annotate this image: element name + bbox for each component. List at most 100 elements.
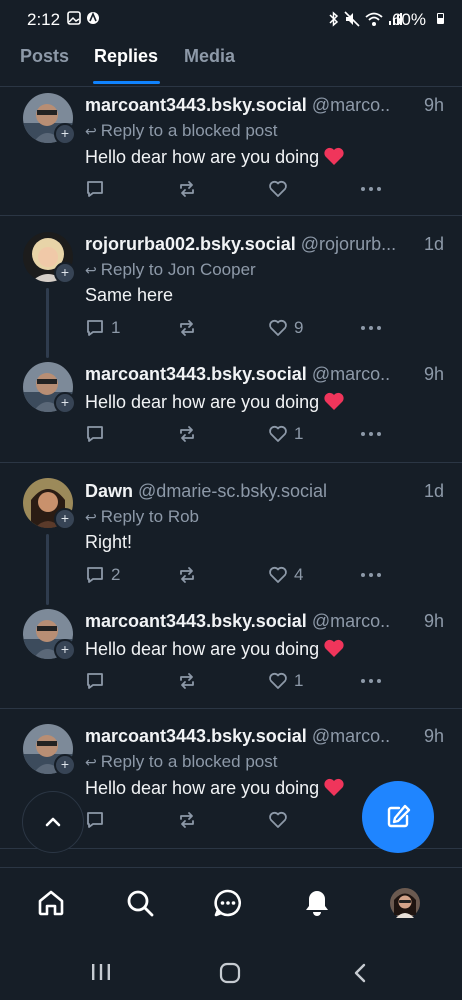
search-icon	[127, 890, 154, 917]
scroll-to-top-button[interactable]	[22, 791, 84, 853]
repost-button[interactable]	[177, 671, 203, 691]
repost-icon	[180, 673, 194, 689]
author-name[interactable]: rojorurba002.bsky.social	[85, 234, 296, 254]
like-heart-icon	[269, 811, 287, 828]
thread-line	[46, 288, 49, 358]
status-time: 2:12	[27, 10, 61, 29]
repost-button[interactable]	[177, 318, 203, 338]
back-icon[interactable]	[350, 962, 370, 984]
heart-emoji-icon	[324, 639, 344, 657]
like-heart-icon	[269, 425, 287, 442]
divider	[0, 215, 462, 216]
reply-icon	[87, 320, 103, 336]
post-time: 9h	[423, 611, 444, 631]
reply-to-label[interactable]: Reply to Jon Cooper	[101, 260, 256, 279]
home-circle-icon[interactable]	[219, 962, 241, 984]
follow-plus-icon[interactable]: +	[54, 392, 76, 414]
chevron-up-icon	[45, 817, 61, 827]
reply-to-label[interactable]: Reply to Rob	[101, 507, 199, 526]
repost-button[interactable]	[177, 810, 203, 830]
reply-to-label[interactable]: Reply to a blocked post	[101, 121, 278, 140]
author-name[interactable]: Dawn	[85, 481, 133, 501]
tab-media[interactable]: Media	[184, 46, 235, 67]
like-heart-icon	[269, 180, 287, 197]
reply-icon	[87, 181, 103, 197]
home-icon	[38, 890, 64, 916]
post-text: Hello dear how are you doing	[85, 392, 320, 412]
repost-button[interactable]	[177, 565, 203, 585]
follow-plus-icon[interactable]: +	[54, 754, 76, 776]
post-text: Hello dear how are you doing	[85, 639, 320, 659]
more-options-button[interactable]	[359, 671, 383, 691]
like-heart-icon	[269, 672, 287, 689]
reply-icon	[87, 812, 103, 828]
post-time: 9h	[423, 364, 444, 384]
divider	[0, 462, 462, 463]
tab-replies[interactable]: Replies	[94, 46, 158, 67]
nav-chat[interactable]	[211, 886, 245, 920]
repost-icon	[180, 567, 194, 583]
more-dots-icon	[361, 432, 381, 436]
reply-arrow-icon: ↩	[85, 509, 97, 525]
like-button[interactable]	[268, 179, 294, 199]
more-options-button[interactable]	[359, 318, 383, 338]
tab-posts[interactable]: Posts	[20, 46, 69, 67]
profile-avatar	[390, 888, 420, 918]
reply-button[interactable]	[85, 424, 111, 444]
post-text: Same here	[85, 285, 174, 305]
recent-apps-icon[interactable]	[90, 962, 112, 982]
like-button[interactable]	[268, 810, 294, 830]
author-handle: @rojorurb...	[300, 234, 397, 254]
post-time: 1d	[423, 234, 444, 254]
like-button[interactable]: 1	[268, 671, 303, 691]
like-button[interactable]: 1	[268, 424, 303, 444]
author-name[interactable]: marcoant3443.bsky.social	[85, 95, 307, 115]
post-time: 1d	[423, 481, 444, 501]
like-button[interactable]: 4	[268, 565, 303, 585]
notifications-bell-icon	[306, 891, 328, 916]
follow-plus-icon[interactable]: +	[54, 639, 76, 661]
compose-post-button[interactable]	[362, 781, 434, 853]
author-handle: @marco..	[311, 95, 391, 115]
repost-icon	[180, 812, 194, 828]
follow-plus-icon[interactable]: +	[54, 262, 76, 284]
like-heart-icon	[269, 566, 287, 583]
author-name[interactable]: marcoant3443.bsky.social	[85, 726, 307, 746]
more-options-button[interactable]	[359, 565, 383, 585]
reply-count: 2	[111, 565, 121, 584]
post-text: Hello dear how are you doing	[85, 147, 320, 167]
more-options-button[interactable]	[359, 424, 383, 444]
reply-button[interactable]	[85, 671, 111, 691]
reply-button[interactable]	[85, 810, 111, 830]
post-time: 9h	[423, 726, 444, 746]
active-tab-indicator	[93, 81, 160, 84]
nav-notifications[interactable]	[300, 886, 334, 920]
reply-icon	[87, 567, 103, 583]
reply-arrow-icon: ↩	[85, 754, 97, 770]
like-button[interactable]: 9	[268, 318, 303, 338]
nav-search[interactable]	[123, 886, 157, 920]
author-name[interactable]: marcoant3443.bsky.social	[85, 364, 307, 384]
repost-button[interactable]	[177, 179, 203, 199]
heart-emoji-icon	[324, 147, 344, 165]
bluetooth-icon	[329, 11, 339, 27]
post-text: Right!	[85, 532, 133, 552]
more-dots-icon	[361, 679, 381, 683]
author-name[interactable]: marcoant3443.bsky.social	[85, 611, 307, 631]
reply-button[interactable]	[85, 179, 111, 199]
reply-button[interactable]: 2	[85, 565, 120, 585]
profile-tabs: Posts Replies Media	[0, 40, 462, 87]
follow-plus-icon[interactable]: +	[54, 123, 76, 145]
reply-to-label[interactable]: Reply to a blocked post	[101, 752, 278, 771]
more-dots-icon	[361, 187, 381, 191]
author-handle: @marco..	[311, 364, 391, 384]
repost-icon	[180, 320, 194, 336]
app-notification-icon	[87, 11, 99, 24]
repost-button[interactable]	[177, 424, 203, 444]
nav-profile[interactable]	[388, 886, 422, 920]
follow-plus-icon[interactable]: +	[54, 508, 76, 530]
reply-button[interactable]: 1	[85, 318, 120, 338]
more-options-button[interactable]	[359, 179, 383, 199]
nav-home[interactable]	[34, 886, 68, 920]
replies-feed[interactable]: + marcoant3443.bsky.social @marco.. 9h ↩…	[0, 87, 462, 867]
